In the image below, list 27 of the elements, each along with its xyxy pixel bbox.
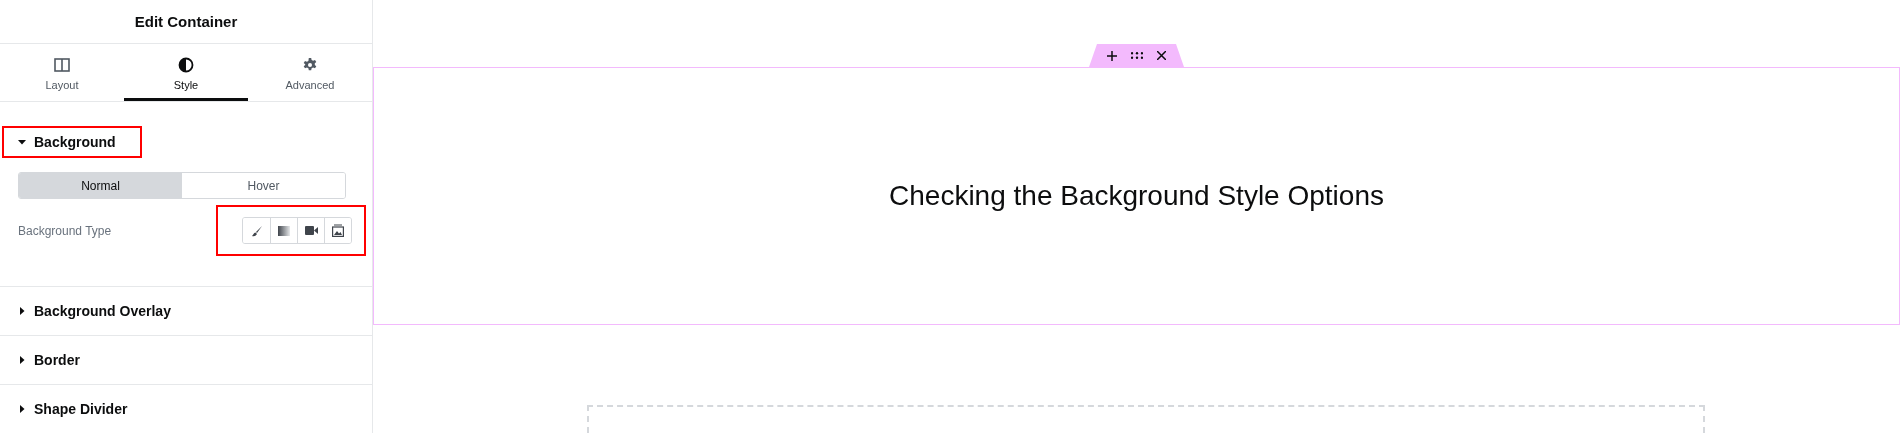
state-toggle[interactable]: Normal bbox=[19, 173, 182, 198]
video-camera-icon bbox=[304, 226, 318, 235]
handle-button[interactable] bbox=[1107, 50, 1117, 61]
handle-button[interactable] bbox=[1157, 51, 1166, 60]
columns-icon bbox=[54, 57, 70, 73]
panel-tab[interactable]: Advanced bbox=[248, 44, 372, 101]
contrast-icon bbox=[178, 57, 194, 73]
panel-title: Edit Container bbox=[0, 0, 372, 44]
page-heading: Checking the Background Style Options bbox=[889, 180, 1384, 212]
add-icon bbox=[1107, 50, 1117, 61]
section-header[interactable]: Background Overlay bbox=[2, 295, 197, 327]
section-header[interactable]: Shape Divider bbox=[2, 393, 154, 425]
close-icon bbox=[1157, 51, 1166, 60]
section-header[interactable]: Background bbox=[2, 126, 142, 158]
image-icon bbox=[332, 224, 344, 237]
caret-icon bbox=[18, 307, 26, 315]
caret-icon bbox=[18, 405, 26, 413]
caret-icon bbox=[18, 138, 26, 146]
settings-icon bbox=[302, 57, 318, 73]
control-label: Background Type bbox=[18, 223, 112, 238]
section-header[interactable]: Border bbox=[2, 344, 106, 376]
drag-handle-icon bbox=[1131, 52, 1143, 59]
gradient-icon bbox=[278, 225, 290, 236]
panel-tab[interactable]: Style bbox=[124, 44, 248, 101]
panel-tab[interactable]: Layout bbox=[0, 44, 124, 101]
handle-button[interactable] bbox=[1131, 52, 1143, 59]
caret-icon bbox=[18, 356, 26, 364]
